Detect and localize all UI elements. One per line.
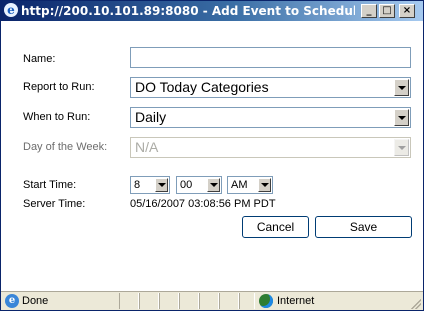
status-pane [239,293,255,309]
day-select-value: N/A [135,139,159,155]
when-select-value: Daily [135,109,167,125]
start-ampm-select[interactable]: AM [227,176,273,194]
start-label: Start Time: [23,179,77,191]
globe-icon [259,294,273,308]
zone-label: Internet [277,295,315,307]
server-time-label: Server Time: [23,198,86,210]
name-label: Name: [23,53,56,65]
day-select: N/A [130,137,411,158]
status-pane [119,293,139,309]
status-pane [199,293,219,309]
report-select[interactable]: DO Today Categories [130,77,411,98]
server-time-value: 05/16/2007 03:08:56 PM PDT [130,198,276,210]
chevron-down-icon[interactable] [394,109,409,126]
title-bar[interactable]: e http://200.10.101.89:8080 - Add Event … [1,1,423,21]
when-select[interactable]: Daily [130,107,411,128]
ie-page-icon: e [5,294,19,308]
maximize-button[interactable]: □ [379,4,395,18]
when-label: When to Run: [23,111,91,123]
window-title: http://200.10.101.89:8080 - Add Event to… [21,4,355,18]
status-pane [179,293,199,309]
start-minute-value: 00 [180,179,193,191]
status-pane [139,293,159,309]
name-input[interactable] [130,47,411,68]
chevron-down-icon [394,139,409,156]
status-pane [219,293,239,309]
start-hour-value: 8 [134,179,141,191]
resize-grip[interactable] [411,299,421,309]
minimize-button[interactable]: _ [361,4,377,18]
form-content: Name: Report to Run: DO Today Categories… [1,21,423,291]
report-select-value: DO Today Categories [135,79,269,95]
close-button[interactable]: × [399,4,415,18]
cancel-button[interactable]: Cancel [242,216,309,238]
chevron-down-icon[interactable] [258,178,271,192]
status-pane [159,293,179,309]
status-done: Done [22,295,49,307]
chevron-down-icon[interactable] [207,178,220,192]
save-button[interactable]: Save [315,216,412,238]
start-minute-select[interactable]: 00 [176,176,222,194]
ie-icon: e [4,3,18,17]
day-label: Day of the Week: [23,141,108,153]
chevron-down-icon[interactable] [155,178,168,192]
start-ampm-value: AM [231,179,248,191]
chevron-down-icon[interactable] [394,79,409,96]
status-bar: e Done Internet [1,291,423,310]
dialog-window: e http://200.10.101.89:8080 - Add Event … [0,0,424,311]
start-hour-select[interactable]: 8 [130,176,170,194]
report-label: Report to Run: [23,81,95,93]
